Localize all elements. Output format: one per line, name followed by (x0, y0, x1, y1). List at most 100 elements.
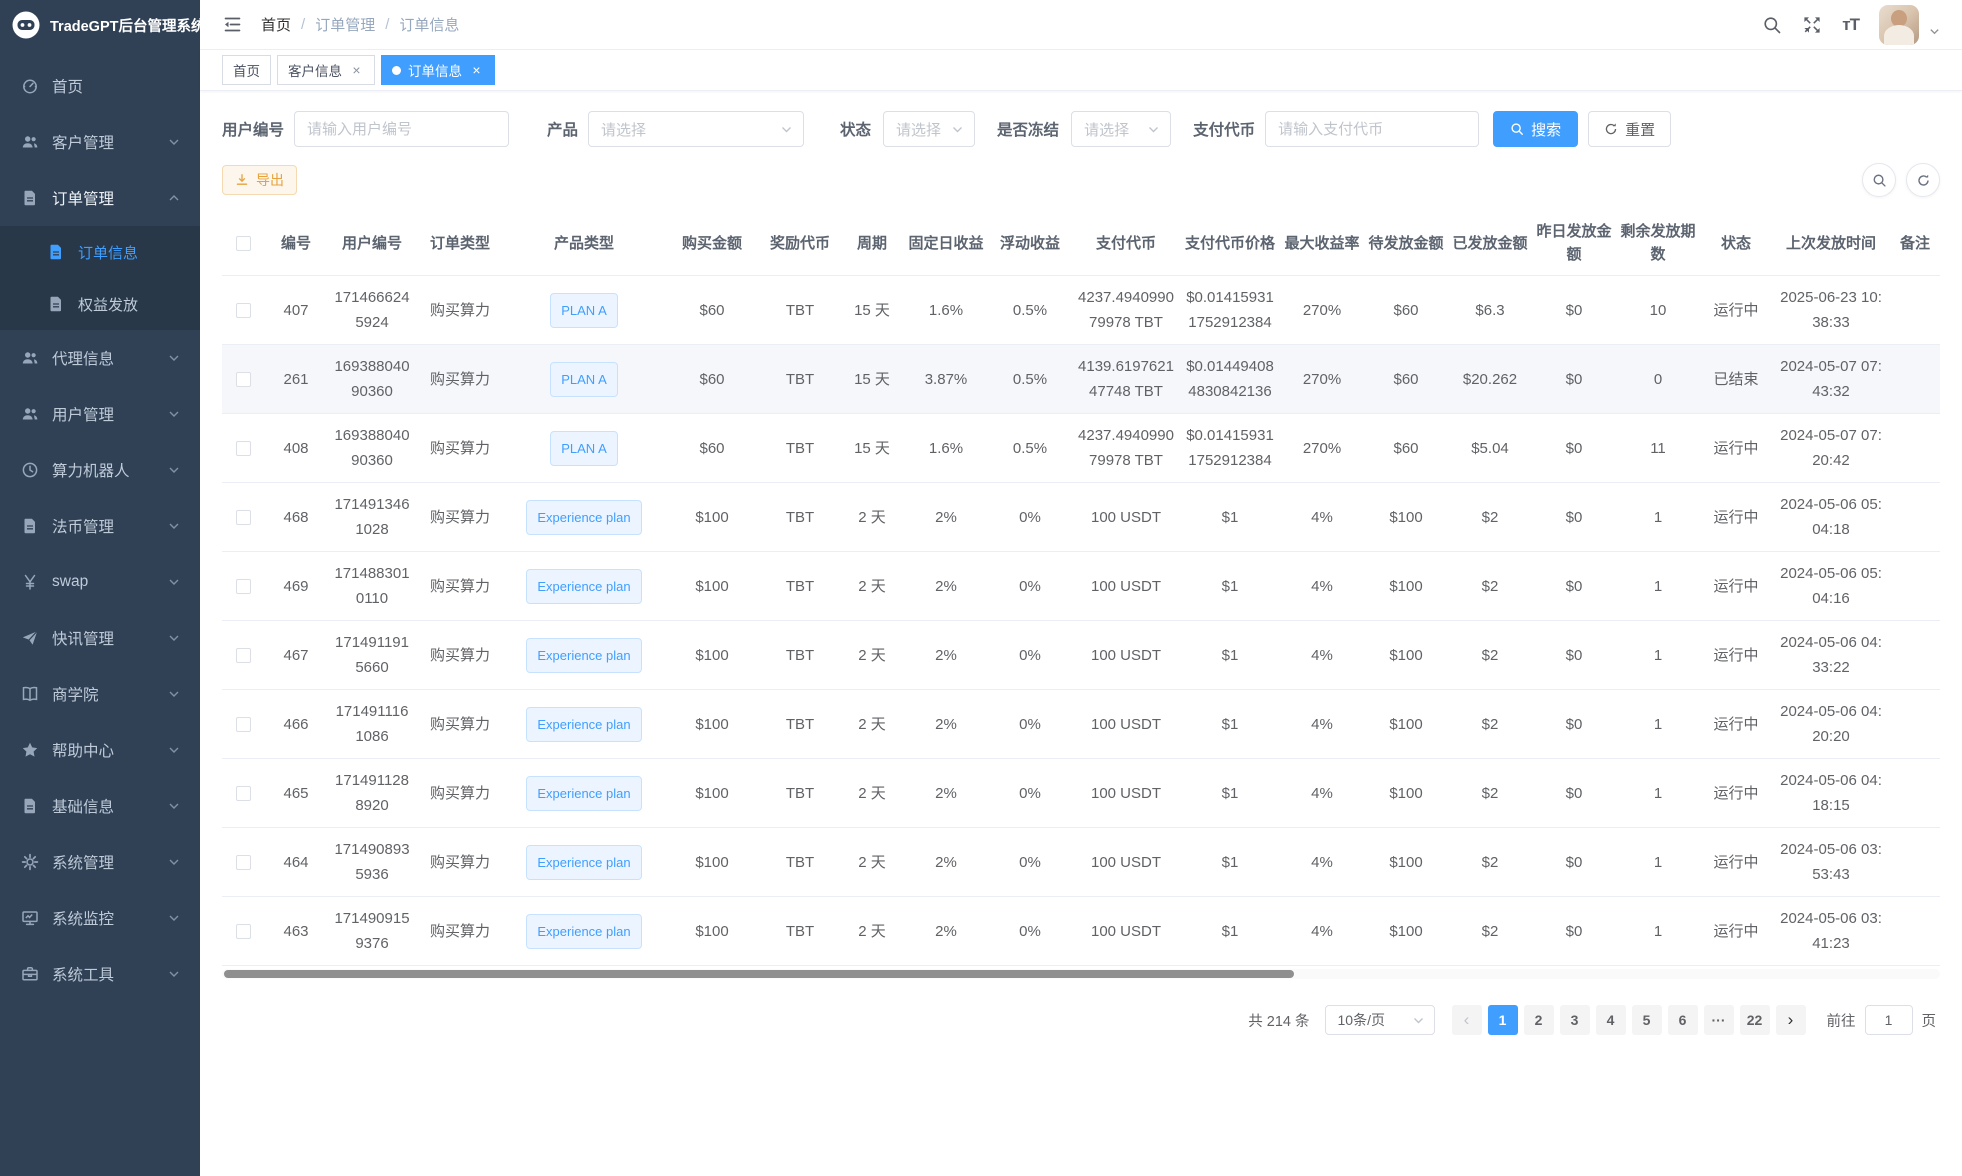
cell-order_type: 购买算力 (416, 621, 504, 690)
page-button-3[interactable]: 3 (1560, 1005, 1590, 1035)
sidebar-item-swap[interactable]: swap (0, 554, 200, 610)
cell-user_id: 16938804090360 (328, 345, 416, 414)
sidebar-item-home[interactable]: 首页 (0, 58, 200, 114)
sidebar-item-label: swap (52, 573, 168, 591)
cell-amount: $100 (664, 552, 760, 621)
sidebar-item-fiat-mgmt[interactable]: 法币管理 (0, 498, 200, 554)
sidebar-item-system-mgmt[interactable]: 系统管理 (0, 834, 200, 890)
cell-amount: $60 (664, 276, 760, 345)
cell-pay_price: $1 (1180, 828, 1280, 897)
cell-released_amount: $20.262 (1448, 345, 1532, 414)
page-button-22[interactable]: 22 (1740, 1005, 1770, 1035)
font-size-icon[interactable]: тT (1842, 15, 1859, 35)
search-button[interactable]: 搜索 (1493, 111, 1578, 147)
page-size-select[interactable]: 10条/页 (1325, 1005, 1435, 1035)
page-button-6[interactable]: 6 (1668, 1005, 1698, 1035)
reset-button[interactable]: 重置 (1588, 111, 1671, 147)
cell-remark (1890, 414, 1940, 483)
cell-yesterday_amount: $0 (1532, 483, 1616, 552)
sidebar-item-hashrate-robot[interactable]: 算力机器人 (0, 442, 200, 498)
horizontal-scrollbar-track[interactable] (222, 969, 1940, 979)
sidebar-item-user-mgmt[interactable]: 用户管理 (0, 386, 200, 442)
horizontal-scrollbar-thumb[interactable] (224, 970, 1294, 978)
breadcrumb-item[interactable]: 订单管理 (315, 14, 375, 35)
sidebar-collapse-icon[interactable] (222, 14, 243, 35)
cell-user_id: 1714913461028 (328, 483, 416, 552)
sidebar-item-customer-mgmt[interactable]: 客户管理 (0, 114, 200, 170)
cell-released_amount: $6.3 (1448, 276, 1532, 345)
user-avatar[interactable] (1879, 5, 1919, 45)
page-button-5[interactable]: 5 (1632, 1005, 1662, 1035)
cell-amount: $100 (664, 828, 760, 897)
cell-remaining_periods: 1 (1616, 759, 1700, 828)
sidebar-item-rights-release[interactable]: 权益发放 (0, 278, 200, 330)
cell-order_type: 购买算力 (416, 897, 504, 966)
row-checkbox[interactable] (236, 303, 251, 318)
fullscreen-icon[interactable] (1802, 15, 1822, 35)
sidebar-item-basic-info[interactable]: 基础信息 (0, 778, 200, 834)
row-checkbox[interactable] (236, 579, 251, 594)
page-button-2[interactable]: 2 (1524, 1005, 1554, 1035)
cell-pending_amount: $60 (1364, 345, 1448, 414)
sidebar-item-system-monitor[interactable]: 系统监控 (0, 890, 200, 946)
tab-order-info[interactable]: 订单信息× (381, 55, 495, 85)
breadcrumb-item[interactable]: 首页 (261, 14, 291, 35)
select-all-checkbox[interactable] (236, 236, 251, 251)
chevron-down-icon (168, 744, 180, 756)
sidebar-item-order-mgmt[interactable]: 订单管理 (0, 170, 200, 226)
table-search-icon-button[interactable] (1862, 163, 1896, 197)
row-checkbox[interactable] (236, 441, 251, 456)
user-id-input[interactable] (294, 111, 509, 147)
next-page-button[interactable]: › (1776, 1005, 1806, 1035)
tab-customer-info[interactable]: 客户信息× (277, 55, 375, 85)
row-checkbox[interactable] (236, 648, 251, 663)
table-refresh-icon-button[interactable] (1906, 163, 1940, 197)
page-button-4[interactable]: 4 (1596, 1005, 1626, 1035)
cell-pending_amount: $100 (1364, 828, 1448, 897)
tab-close-icon[interactable]: × (349, 62, 364, 78)
page-button-1[interactable]: 1 (1488, 1005, 1518, 1035)
sidebar-item-order-info[interactable]: 订单信息 (0, 226, 200, 278)
row-checkbox[interactable] (236, 510, 251, 525)
search-icon[interactable] (1762, 15, 1782, 35)
export-button[interactable]: 导出 (222, 165, 297, 195)
tab-close-icon[interactable]: × (469, 62, 484, 78)
row-checkbox[interactable] (236, 717, 251, 732)
sidebar-item-label: 权益发放 (78, 294, 180, 315)
chevron-down-icon (168, 912, 180, 924)
cell-yesterday_amount: $0 (1532, 552, 1616, 621)
cell-period: 15 天 (840, 345, 904, 414)
pager-ellipsis[interactable]: ··· (1704, 1005, 1734, 1035)
avatar-caret-down-icon[interactable] (1929, 26, 1940, 37)
tab-home[interactable]: 首页 (222, 55, 271, 85)
product-select[interactable]: 请选择 (588, 111, 804, 147)
status-select[interactable]: 请选择 (883, 111, 975, 147)
goto-page-input[interactable] (1865, 1005, 1913, 1035)
row-checkbox[interactable] (236, 924, 251, 939)
product-type-badge: Experience plan (526, 707, 641, 742)
cell-float_rate: 0% (988, 828, 1072, 897)
prev-page-button[interactable]: ‹ (1452, 1005, 1482, 1035)
chevron-down-icon (168, 352, 180, 364)
cell-float_rate: 0% (988, 483, 1072, 552)
frozen-select[interactable]: 请选择 (1071, 111, 1171, 147)
sidebar-item-news-mgmt[interactable]: 快讯管理 (0, 610, 200, 666)
row-checkbox[interactable] (236, 855, 251, 870)
pay-token-input[interactable] (1265, 111, 1479, 147)
monitor-icon (20, 909, 39, 928)
column-header-last_release_time: 上次发放时间 (1772, 211, 1890, 276)
cell-order_type: 购买算力 (416, 483, 504, 552)
cell-fixed_rate: 1.6% (904, 414, 988, 483)
sidebar-item-business-school[interactable]: 商学院 (0, 666, 200, 722)
sidebar-item-help-center[interactable]: 帮助中心 (0, 722, 200, 778)
cell-reward_token: TBT (760, 483, 840, 552)
row-checkbox[interactable] (236, 786, 251, 801)
row-checkbox[interactable] (236, 372, 251, 387)
column-header-fixed_rate: 固定日收益 (904, 211, 988, 276)
product-filter-label: 产品 (547, 118, 578, 140)
cell-id: 469 (264, 552, 328, 621)
sidebar-item-agent-info[interactable]: 代理信息 (0, 330, 200, 386)
column-header-select (222, 211, 264, 276)
cell-pay_token: 100 USDT (1072, 828, 1180, 897)
sidebar-item-system-tools[interactable]: 系统工具 (0, 946, 200, 1002)
